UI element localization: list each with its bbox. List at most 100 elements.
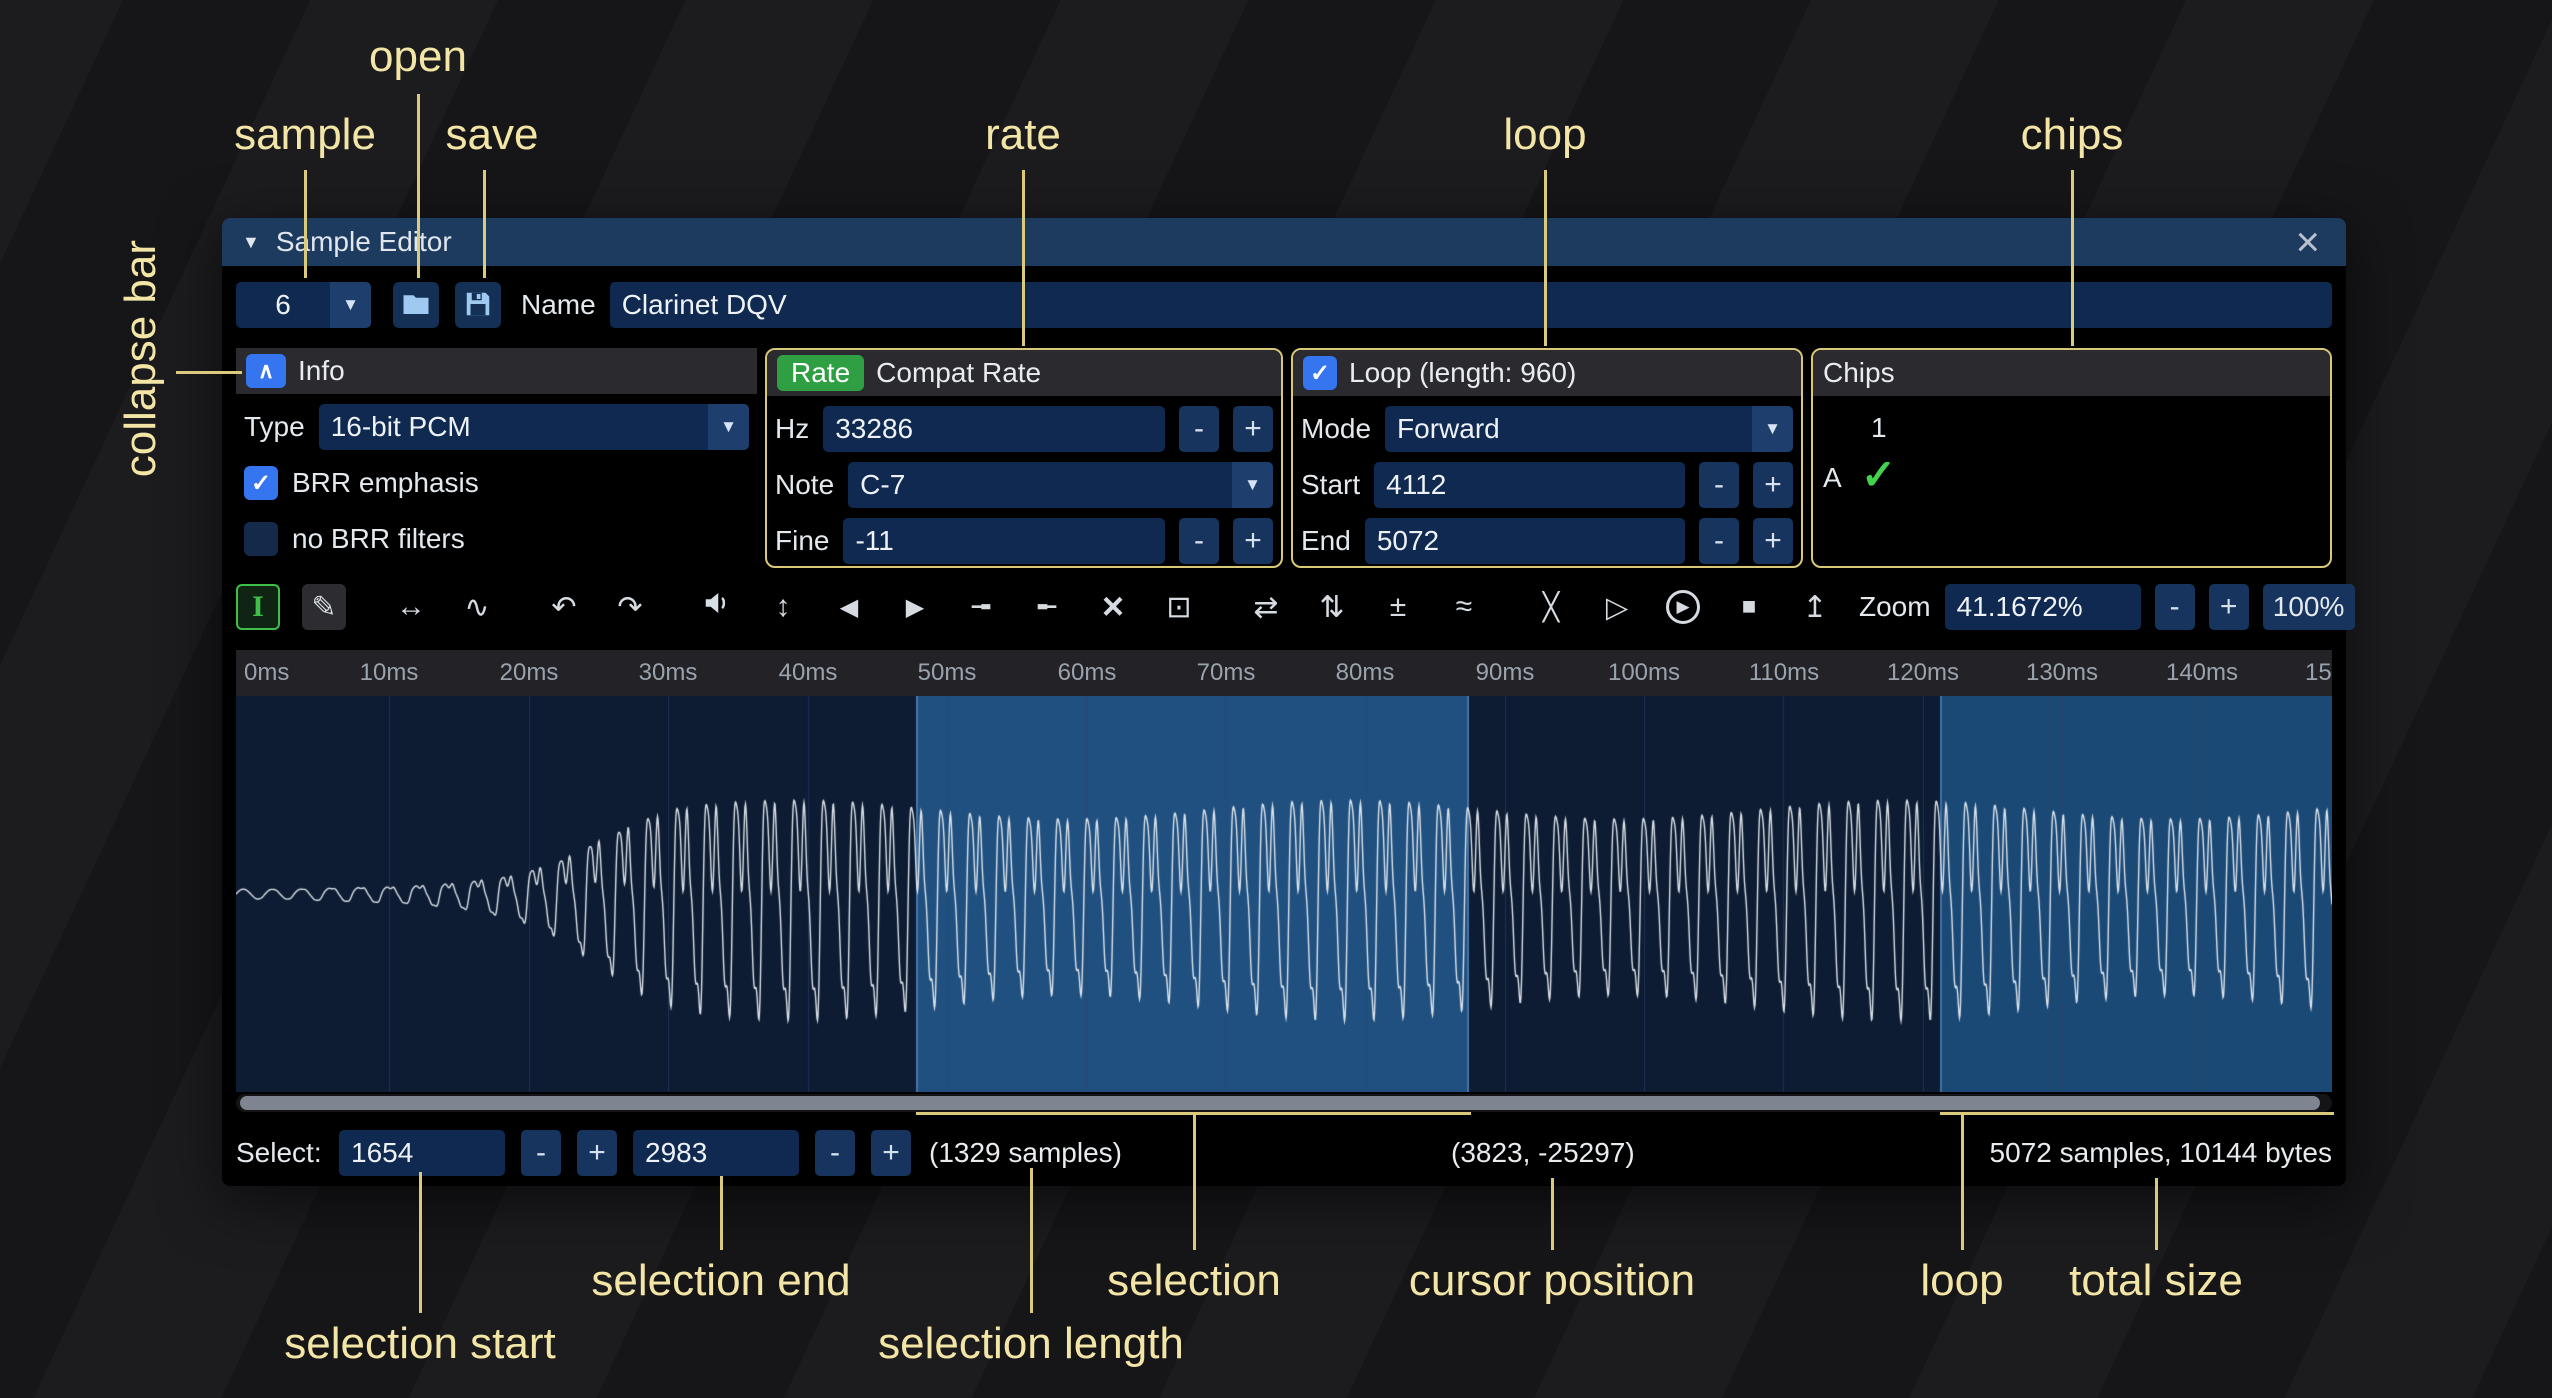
close-button[interactable]: × [2289, 220, 2326, 264]
import-button[interactable]: ↥ [1793, 584, 1837, 630]
annotation-line [304, 170, 307, 278]
insert-silence-button[interactable]: ╼ [959, 584, 1003, 630]
annotation-sample: sample [234, 110, 376, 160]
zoom-input[interactable]: 41.1672% [1945, 584, 2141, 630]
tick-label: 150ms [2305, 659, 2332, 687]
tick-label: 70ms [1197, 659, 1256, 687]
floppy-icon [463, 289, 493, 322]
normalize-button[interactable]: ↕ [761, 584, 805, 630]
preview-icon: ▷ [1606, 590, 1628, 625]
hz-minus-button[interactable]: - [1179, 406, 1219, 452]
sample-editor-window: ▼ Sample Editor × 6 ▼ [222, 218, 2346, 1186]
delete-button[interactable]: × [1091, 584, 1135, 630]
note-selector[interactable]: C-7 ▼ [848, 462, 1273, 508]
fade-in-button[interactable]: ◀ [827, 584, 871, 630]
save-button[interactable] [455, 282, 501, 328]
no-brr-filters-label: no BRR filters [292, 523, 465, 555]
tick-label: 0ms [244, 659, 289, 687]
info-header-label: Info [298, 355, 345, 387]
amplify-button[interactable] [695, 584, 739, 630]
preview-button[interactable]: ▷ [1595, 584, 1639, 630]
selection-end-plus-button[interactable]: + [871, 1130, 911, 1176]
chevron-down-icon[interactable]: ▼ [330, 282, 371, 328]
resample-button[interactable]: ∿ [455, 584, 499, 630]
annotation-line [417, 94, 420, 278]
chip-enable-checkbox[interactable]: ✓ [1861, 450, 1896, 499]
signed-unsigned-button[interactable]: ± [1376, 584, 1420, 630]
invert-button[interactable]: ⇅ [1310, 584, 1354, 630]
stop-button[interactable]: ■ [1727, 584, 1771, 630]
fade-out-button[interactable]: ▶ [893, 584, 937, 630]
loop-end-minus-button[interactable]: - [1699, 518, 1739, 564]
loop-start-minus-button[interactable]: - [1699, 462, 1739, 508]
zoom-in-button[interactable]: + [2209, 584, 2249, 630]
edit-mode-button[interactable]: I [236, 584, 280, 630]
note-label: Note [775, 469, 834, 501]
timeline-ruler[interactable]: 0ms 10ms 20ms 30ms 40ms 50ms 60ms 70ms 8… [236, 650, 2332, 696]
fine-minus-button[interactable]: - [1179, 518, 1219, 564]
chips-body: 1 A ✓ [1813, 396, 2330, 568]
chevron-down-icon[interactable]: ▼ [1232, 462, 1273, 508]
annotation-loop-bracket [1940, 1112, 2334, 1115]
annotation-line [2071, 170, 2074, 346]
hz-input[interactable]: 33286 [823, 406, 1165, 452]
annotation-line [720, 1176, 723, 1250]
folder-icon [401, 289, 431, 322]
plus-minus-icon: ± [1390, 590, 1406, 624]
loop-start-input[interactable]: 4112 [1374, 462, 1685, 508]
zoom-out-button[interactable]: - [2155, 584, 2195, 630]
selection-start-minus-button[interactable]: - [521, 1130, 561, 1176]
draw-mode-button[interactable]: ✎ [302, 584, 346, 630]
collapse-bar-button[interactable]: ∧ [246, 354, 286, 388]
zoom-reset-button[interactable]: 100% [2263, 584, 2355, 630]
fine-input[interactable]: -11 [843, 518, 1165, 564]
rate-badge: Rate [777, 355, 864, 391]
annotation-collapse-bar: collapse bar [116, 240, 166, 477]
filter-button[interactable]: ≈ [1442, 584, 1486, 630]
fine-plus-button[interactable]: + [1233, 518, 1273, 564]
crossfade-loop-button[interactable]: ╳ [1529, 584, 1573, 630]
resize-button[interactable]: ↔ [389, 584, 433, 630]
apply-silence-button[interactable]: ╾ [1025, 584, 1069, 630]
reverse-button[interactable]: ⇄ [1244, 584, 1288, 630]
tick-label: 90ms [1476, 659, 1535, 687]
stop-icon: ■ [1742, 593, 1757, 621]
selection-end-minus-button[interactable]: - [815, 1130, 855, 1176]
undo-icon: ↶ [551, 590, 576, 625]
sample-selector[interactable]: 6 ▼ [236, 282, 371, 328]
insert-silence-icon: ╼ [972, 590, 990, 625]
redo-button[interactable]: ↷ [608, 584, 652, 630]
loop-panel-header: ✓ Loop (length: 960) [1293, 350, 1801, 396]
no-brr-filters-checkbox[interactable] [244, 522, 278, 556]
open-button[interactable] [393, 282, 439, 328]
brr-emphasis-checkbox[interactable]: ✓ [244, 466, 278, 500]
loop-enable-checkbox[interactable]: ✓ [1303, 356, 1337, 390]
screenshot-stage: ▼ Sample Editor × 6 ▼ [0, 0, 2552, 1398]
window-titlebar[interactable]: ▼ Sample Editor × [222, 218, 2346, 266]
selection-start-input[interactable]: 1654 [339, 1130, 505, 1176]
selection-start-plus-button[interactable]: + [577, 1130, 617, 1176]
annotation-selection-start: selection start [284, 1319, 555, 1369]
annotation-line [2155, 1178, 2158, 1250]
play-from-cursor-button[interactable]: ▶ [1661, 584, 1705, 630]
type-selector[interactable]: 16-bit PCM ▼ [319, 404, 749, 450]
loop-start-plus-button[interactable]: + [1753, 462, 1793, 508]
chevron-down-icon[interactable]: ▼ [708, 404, 749, 450]
loop-end-input[interactable]: 5072 [1365, 518, 1685, 564]
chevron-down-icon[interactable]: ▼ [1752, 406, 1793, 452]
filter-icon: ≈ [1456, 590, 1472, 624]
trim-button[interactable]: ⊡ [1157, 584, 1201, 630]
window-collapse-caret-icon[interactable]: ▼ [242, 232, 260, 253]
info-panel-header: ∧ Info [236, 348, 757, 394]
undo-button[interactable]: ↶ [542, 584, 586, 630]
loop-end-plus-button[interactable]: + [1753, 518, 1793, 564]
rate-panel-header: Rate Compat Rate [767, 350, 1281, 396]
scrollbar-thumb[interactable] [240, 1096, 2320, 1110]
total-size-value: 5072 samples, 10144 bytes [1990, 1137, 2332, 1169]
tick-label: 140ms [2166, 659, 2238, 687]
selection-end-input[interactable]: 2983 [633, 1130, 799, 1176]
waveform-display[interactable] [236, 696, 2332, 1092]
loop-panel: ✓ Loop (length: 960) Mode Forward ▼ Star… [1291, 348, 1803, 568]
hz-plus-button[interactable]: + [1233, 406, 1273, 452]
loop-mode-selector[interactable]: Forward ▼ [1385, 406, 1793, 452]
